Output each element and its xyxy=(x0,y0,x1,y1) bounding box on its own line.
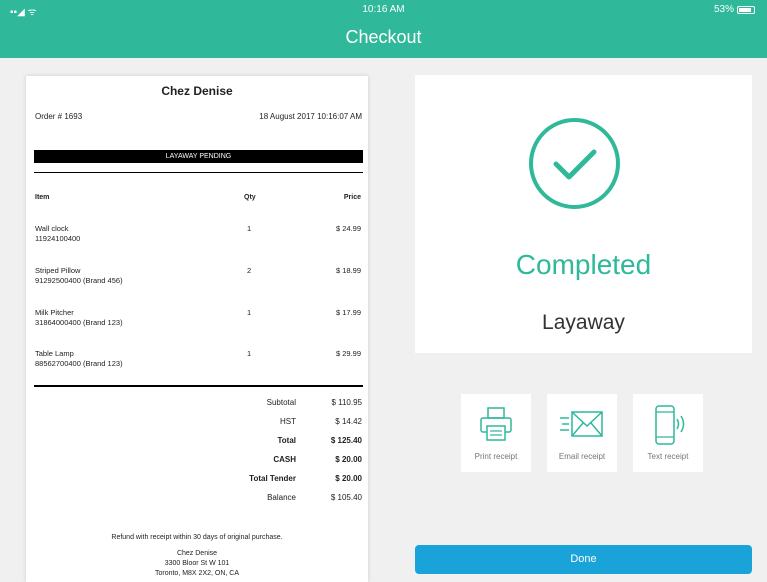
receipt-date: 18 August 2017 10:16:07 AM xyxy=(259,112,362,121)
totals-value: $ 105.40 xyxy=(330,493,362,502)
print-receipt-button[interactable]: Print receipt xyxy=(461,394,531,472)
printer-icon xyxy=(461,404,531,449)
receipt-item-row: Wall clock 11924100400 1 $ 24.99 xyxy=(35,224,361,250)
item-price: $ 29.99 xyxy=(335,349,361,358)
item-qty: 1 xyxy=(247,349,252,358)
item-sku: 88562700400 (Brand 123) xyxy=(35,359,123,368)
totals-label: HST xyxy=(280,417,296,426)
totals-value: $ 20.00 xyxy=(335,474,362,483)
status-time: 10:16 AM xyxy=(362,4,405,15)
totals-label: Subtotal xyxy=(266,398,296,407)
checkmark-icon xyxy=(529,118,620,209)
receipt-item-row: Striped Pillow 91292500400 (Brand 456) 2… xyxy=(35,266,361,292)
envelope-icon xyxy=(547,404,617,449)
receipt-item-row: Table Lamp 88562700400 (Brand 123) 1 $ 2… xyxy=(35,349,361,375)
store-address-line: 3300 Bloor St W 101 xyxy=(164,560,230,567)
receipt-store-name: Chez Denise xyxy=(161,84,233,98)
receipt-preview: Chez Denise Order # 1693 18 August 2017 … xyxy=(26,76,368,582)
battery-icon xyxy=(737,5,755,14)
phone-signal-icon xyxy=(633,404,703,453)
status-bar: ▪▪◢ ᯤ 10:16 AM 53% xyxy=(0,0,767,20)
nav-bar: Checkout xyxy=(0,20,767,58)
battery-indicator: 53% xyxy=(714,4,755,15)
divider xyxy=(34,172,363,173)
transaction-type: Layaway xyxy=(542,311,625,334)
item-name: Wall clock xyxy=(35,224,69,233)
totals-value: $ 125.40 xyxy=(330,436,362,445)
totals-row: Balance $ 105.40 xyxy=(206,493,362,507)
checkout-result-panel: Completed Layaway Print receipt Email re… xyxy=(384,58,767,582)
receipt-item-row: Milk Pitcher 31864000400 (Brand 123) 1 $… xyxy=(35,308,361,334)
item-price: $ 18.99 xyxy=(335,266,361,275)
text-receipt-button[interactable]: Text receipt xyxy=(633,394,703,472)
email-receipt-button[interactable]: Email receipt xyxy=(547,394,617,472)
item-name: Milk Pitcher xyxy=(35,308,74,317)
completion-status: Completed xyxy=(515,249,652,280)
item-sku: 31864000400 (Brand 123) xyxy=(35,318,123,327)
item-price: $ 24.99 xyxy=(335,224,361,233)
totals-value: $ 14.42 xyxy=(335,417,362,426)
text-receipt-label: Text receipt xyxy=(647,452,689,461)
refund-note: Refund with receipt within 30 days of or… xyxy=(111,534,283,541)
column-header-item: Item xyxy=(35,194,50,201)
completion-card: Completed Layaway xyxy=(415,75,752,353)
totals-row: Total $ 125.40 xyxy=(206,436,362,450)
totals-value: $ 20.00 xyxy=(335,455,362,464)
totals-row: Total Tender $ 20.00 xyxy=(206,474,362,488)
store-address-line: Chez Denise xyxy=(176,550,218,557)
battery-percent: 53% xyxy=(713,4,734,15)
store-address-line: Toronto, M8X 2X2, ON, CA xyxy=(154,570,240,577)
item-qty: 2 xyxy=(247,266,252,275)
totals-row: Subtotal $ 110.95 xyxy=(206,398,362,412)
item-sku: 11924100400 xyxy=(35,234,81,243)
page-title: Checkout xyxy=(345,27,422,47)
email-receipt-label: Email receipt xyxy=(558,452,606,461)
print-receipt-label: Print receipt xyxy=(474,452,518,461)
totals-label: Total Tender xyxy=(249,474,296,483)
done-button[interactable]: Done xyxy=(415,545,752,574)
layaway-pending-banner: LAYAWAY PENDING xyxy=(34,150,363,163)
column-header-price: Price xyxy=(343,194,361,201)
totals-row: HST $ 14.42 xyxy=(206,417,362,431)
totals-row: CASH $ 20.00 xyxy=(206,455,362,469)
totals-label: CASH xyxy=(273,455,296,464)
divider xyxy=(34,385,363,387)
column-header-qty: Qty xyxy=(244,194,256,201)
totals-label: Balance xyxy=(267,493,296,502)
item-price: $ 17.99 xyxy=(335,308,361,317)
totals-value: $ 110.95 xyxy=(331,398,362,407)
item-qty: 1 xyxy=(247,308,252,317)
receipt-order-number: Order # 1693 xyxy=(35,112,83,121)
item-name: Striped Pillow xyxy=(35,266,81,275)
totals-label: Total xyxy=(277,436,296,445)
item-qty: 1 xyxy=(247,224,252,233)
item-sku: 91292500400 (Brand 456) xyxy=(35,276,123,285)
item-name: Table Lamp xyxy=(35,349,74,358)
